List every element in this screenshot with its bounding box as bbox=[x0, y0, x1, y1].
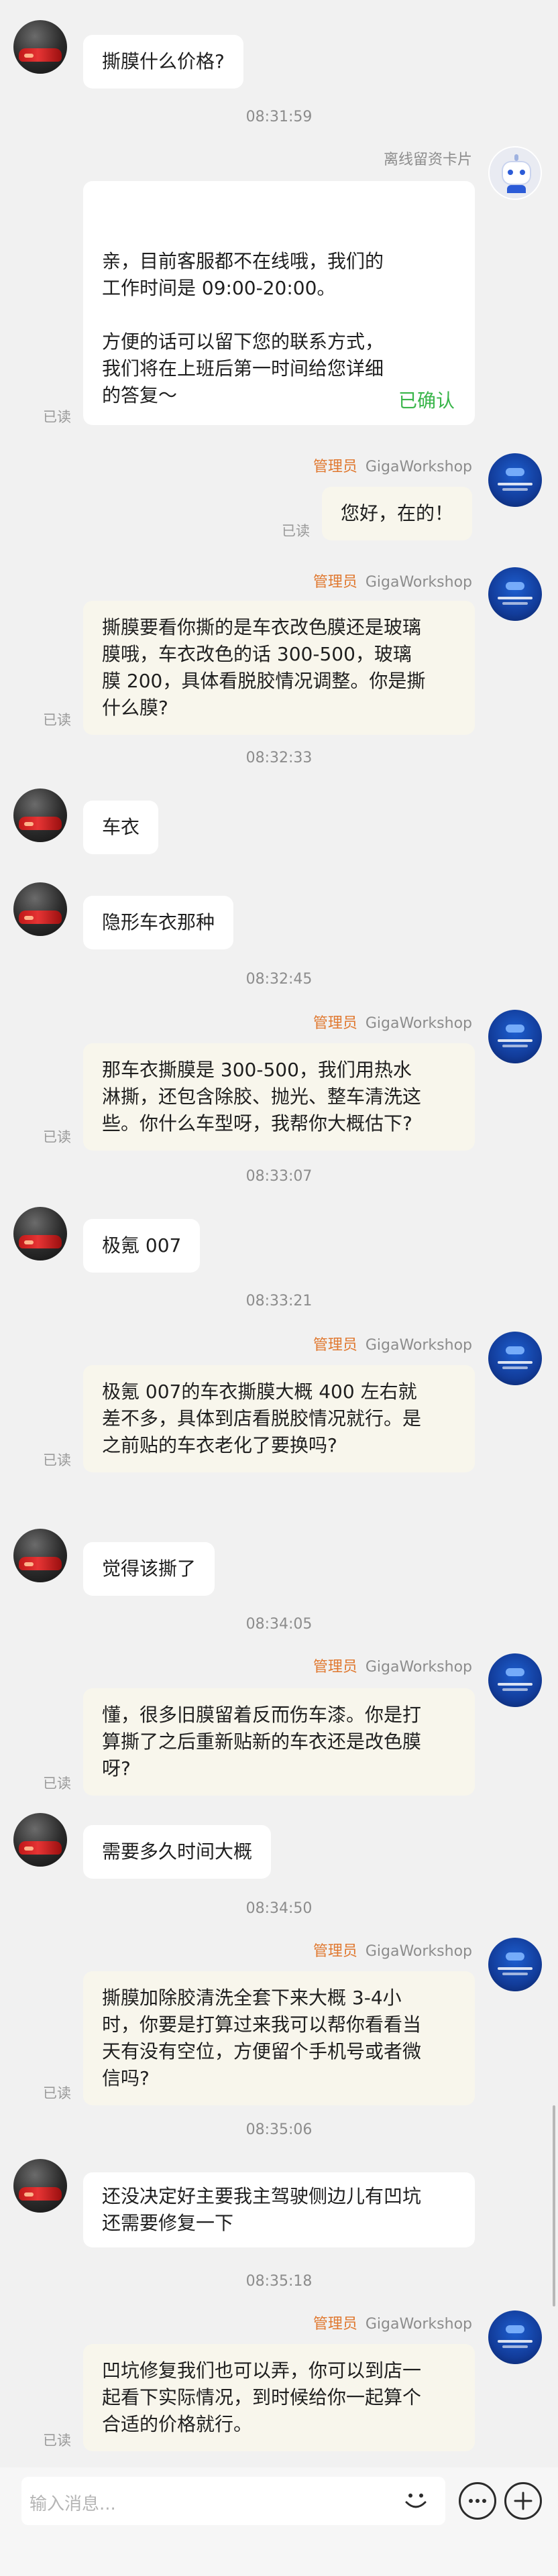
sender-name: 管理员 GigaWorkshop bbox=[313, 1337, 472, 1354]
confirmed-button[interactable]: 已确认 bbox=[398, 388, 455, 414]
message-input-placeholder: 输入消息... bbox=[30, 2494, 116, 2514]
staff-avatar[interactable] bbox=[488, 567, 542, 621]
staff-message: 极氪 007的车衣撕膜大概 400 左右就 差不多，具体到店看脱胶情况就行。是 … bbox=[83, 1365, 475, 1472]
customer-message: 车衣 bbox=[83, 801, 159, 854]
quick-reply-icon[interactable] bbox=[459, 2482, 496, 2520]
staff-message: 您好，在的！ bbox=[321, 487, 472, 540]
role-badge: 管理员 bbox=[313, 1337, 357, 1354]
staff-avatar[interactable] bbox=[488, 1332, 542, 1385]
customer-message: 还没决定好主要我主驾驶侧边儿有凹坑 还需要修复一下 bbox=[83, 2172, 475, 2247]
input-bar: 输入消息... bbox=[0, 2467, 558, 2576]
staff-avatar[interactable] bbox=[488, 2310, 542, 2364]
staff-message: 撕膜要看你撕的是车衣改色膜还是玻璃 膜哦，车衣改色的话 300-500，玻璃 膜… bbox=[83, 601, 475, 735]
customer-avatar[interactable] bbox=[13, 1207, 67, 1261]
scrollbar[interactable] bbox=[553, 2105, 555, 2306]
timestamp: 08:31:59 bbox=[245, 109, 313, 125]
read-status: 已读 bbox=[282, 523, 310, 539]
sender-name: 管理员 GigaWorkshop bbox=[313, 1659, 472, 1676]
staff-message: 凹坑修复我们也可以弄，你可以到店一 起看下实际情况，到时候给你一起算个 合适的价… bbox=[83, 2344, 475, 2451]
sender-name: 管理员 GigaWorkshop bbox=[313, 2316, 472, 2333]
message-input[interactable]: 输入消息... bbox=[21, 2477, 445, 2525]
role-badge: 管理员 bbox=[313, 1015, 357, 1032]
role-badge: 管理员 bbox=[313, 1659, 357, 1676]
read-status: 已读 bbox=[43, 1452, 71, 1468]
timestamp: 08:35:06 bbox=[245, 2121, 313, 2138]
staff-avatar[interactable] bbox=[488, 1010, 542, 1063]
timestamp: 08:35:18 bbox=[245, 2273, 313, 2290]
offline-card: 亲，目前客服都不在线哦，我们的 工作时间是 09:00-20:00。 方便的话可… bbox=[83, 181, 475, 425]
customer-avatar[interactable] bbox=[13, 1813, 67, 1867]
customer-avatar[interactable] bbox=[13, 2159, 67, 2213]
timestamp: 08:34:05 bbox=[245, 1616, 313, 1633]
role-badge: 管理员 bbox=[313, 459, 357, 475]
customer-avatar[interactable] bbox=[13, 882, 67, 936]
customer-message: 极氪 007 bbox=[83, 1219, 201, 1273]
customer-avatar[interactable] bbox=[13, 20, 67, 74]
customer-message: 隐形车衣那种 bbox=[83, 896, 234, 949]
customer-message: 撕膜什么价格? bbox=[83, 35, 243, 89]
sender-name: 离线留资卡片 bbox=[383, 152, 472, 168]
staff-avatar[interactable] bbox=[488, 453, 542, 507]
staff-avatar[interactable] bbox=[488, 1938, 542, 1991]
sender-name: 管理员 GigaWorkshop bbox=[313, 459, 472, 475]
timestamp: 08:33:21 bbox=[245, 1293, 313, 1309]
sender-name: 管理员 GigaWorkshop bbox=[313, 574, 472, 591]
emoji-icon[interactable] bbox=[400, 2483, 432, 2516]
read-status: 已读 bbox=[43, 712, 71, 728]
customer-message: 觉得该撕了 bbox=[83, 1542, 215, 1596]
staff-message: 撕膜加除胶清洗全套下来大概 3-4小 时，你要是打算过来我可以帮你看看当 天有没… bbox=[83, 1971, 475, 2105]
role-badge: 管理员 bbox=[313, 1943, 357, 1960]
timestamp: 08:32:33 bbox=[245, 750, 313, 766]
role-badge: 管理员 bbox=[313, 574, 357, 591]
role-badge: 管理员 bbox=[313, 2316, 357, 2333]
offline-card-text: 亲，目前客服都不在线哦，我们的 工作时间是 09:00-20:00。 方便的话可… bbox=[102, 250, 384, 406]
sender-name: 管理员 GigaWorkshop bbox=[313, 1015, 472, 1032]
customer-avatar[interactable] bbox=[13, 1529, 67, 1582]
bot-avatar[interactable] bbox=[488, 146, 542, 200]
read-status: 已读 bbox=[43, 2433, 71, 2449]
read-status: 已读 bbox=[43, 409, 71, 425]
read-status: 已读 bbox=[43, 1129, 71, 1145]
read-status: 已读 bbox=[43, 1775, 71, 1792]
staff-avatar[interactable] bbox=[488, 1653, 542, 1707]
staff-message: 那车衣撕膜是 300-500，我们用热水 淋撕，还包含除胶、抛光、整车清洗这 些… bbox=[83, 1043, 475, 1151]
timestamp: 08:33:07 bbox=[245, 1168, 313, 1185]
customer-avatar[interactable] bbox=[13, 788, 67, 842]
timestamp: 08:32:45 bbox=[245, 971, 313, 988]
read-status: 已读 bbox=[43, 2085, 71, 2101]
timestamp: 08:34:50 bbox=[245, 1900, 313, 1917]
customer-message: 需要多久时间大概 bbox=[83, 1825, 272, 1879]
staff-message: 懂，很多旧膜留着反而伤车漆。你是打 算撕了之后重新贴新的车衣还是改色膜 呀? bbox=[83, 1688, 475, 1796]
sender-name: 管理员 GigaWorkshop bbox=[313, 1943, 472, 1960]
plus-icon[interactable] bbox=[504, 2482, 542, 2520]
